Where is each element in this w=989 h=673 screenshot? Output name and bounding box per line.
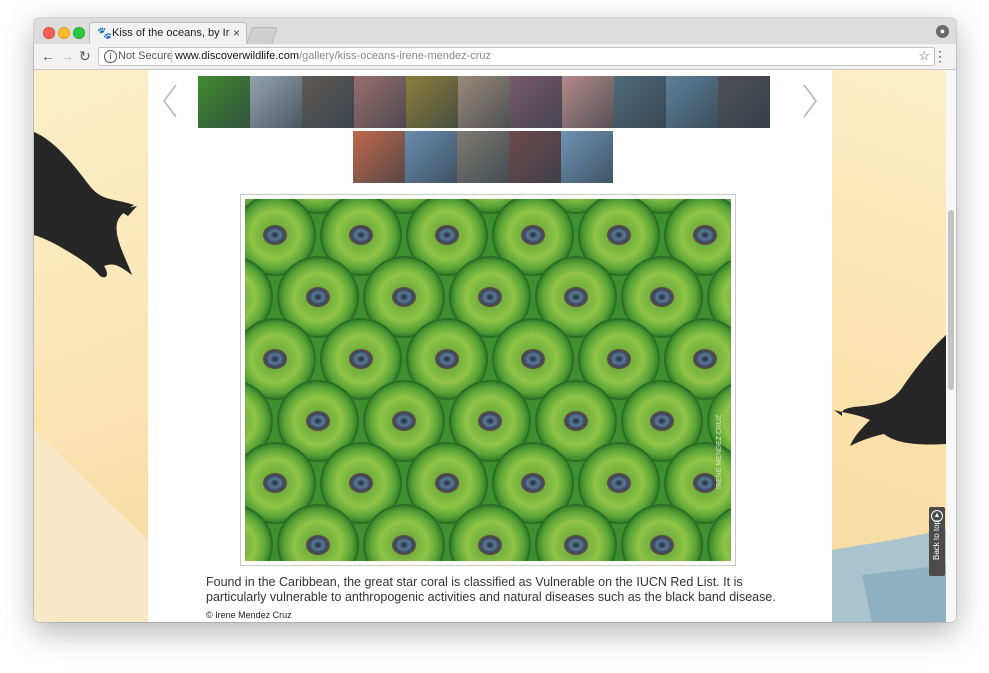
coral-photo: IRENE MENDEZ CRUZ — [245, 199, 731, 561]
thumbnail-reef-scene[interactable] — [614, 76, 666, 128]
next-arrow-icon[interactable] — [802, 84, 818, 118]
thumbnail-purple-urchin[interactable] — [510, 76, 562, 128]
thumbnail-blue-water-fish[interactable] — [666, 76, 718, 128]
profile-icon[interactable]: ● — [936, 25, 949, 38]
address-bar[interactable]: i Not Secure www.discoverwildlife.com/ga… — [98, 47, 935, 66]
thumbnail-strip-row2 — [353, 131, 613, 183]
thumbnail-dark-reef[interactable] — [718, 76, 770, 128]
back-to-top-label: Back to top — [932, 519, 941, 561]
url-domain: www.discoverwildlife.com — [175, 50, 300, 62]
forward-arrow-icon[interactable]: → — [60, 48, 74, 64]
tab-bar: 🐾 Kiss of the oceans, by Irene M × ● — [34, 18, 956, 44]
photo-caption: Found in the Caribbean, the great star c… — [206, 575, 776, 604]
thumbnail-strip-row1 — [198, 76, 770, 128]
browser-toolbar: ← → ↻ i Not Secure www.discoverwildlife.… — [34, 44, 956, 70]
minimize-window-button[interactable] — [58, 27, 70, 39]
thumbnail-green-coral[interactable] — [198, 76, 250, 128]
tab-close-icon[interactable]: × — [233, 26, 240, 40]
main-photo-frame: IRENE MENDEZ CRUZ — [240, 194, 736, 566]
photo-credit: © Irene Mendez Cruz — [206, 610, 292, 620]
security-label[interactable]: Not Secure — [118, 50, 173, 63]
photo-watermark: IRENE MENDEZ CRUZ — [716, 414, 723, 489]
coral-image: IRENE MENDEZ CRUZ — [245, 199, 731, 561]
new-tab-button[interactable] — [246, 27, 278, 44]
browser-menu-icon[interactable]: ⋮ — [933, 48, 947, 64]
thumbnail-anemone-white[interactable] — [302, 76, 354, 128]
paw-icon: 🐾 — [97, 26, 112, 40]
bookmark-star-icon[interactable]: ☆ — [918, 48, 930, 64]
page-viewport: IRENE MENDEZ CRUZ Found in the Caribbean… — [34, 70, 956, 622]
tab-active[interactable]: 🐾 Kiss of the oceans, by Irene M × — [89, 22, 247, 44]
back-arrow-icon[interactable]: ← — [41, 48, 55, 64]
maximize-window-button[interactable] — [73, 27, 85, 39]
thumbnail-rocky-reef[interactable] — [457, 131, 509, 183]
omnibox-divider — [171, 50, 172, 63]
thumbnail-pink-soft-coral[interactable] — [562, 76, 614, 128]
left-decoration — [34, 70, 148, 622]
thumbnail-feather-star[interactable] — [354, 76, 406, 128]
reload-icon[interactable]: ↻ — [79, 48, 91, 64]
thumbnail-blue-open-water[interactable] — [561, 131, 613, 183]
scrollbar-thumb[interactable] — [948, 210, 954, 390]
close-window-button[interactable] — [43, 27, 55, 39]
thumbnail-squid[interactable] — [250, 76, 302, 128]
browser-window: 🐾 Kiss of the oceans, by Irene M × ● ← →… — [34, 18, 956, 622]
info-icon[interactable]: i — [104, 50, 117, 63]
url-path: /gallery/kiss-oceans-irene-mendez-cruz — [299, 50, 492, 62]
thumbnail-red-sponge[interactable] — [353, 131, 405, 183]
prev-arrow-icon[interactable] — [162, 84, 178, 118]
main-content: IRENE MENDEZ CRUZ Found in the Caribbean… — [148, 70, 832, 622]
thumbnail-red-urchin[interactable] — [509, 131, 561, 183]
thumbnail-blue-reef[interactable] — [405, 131, 457, 183]
thumbnail-yellow-coral[interactable] — [406, 76, 458, 128]
back-to-top-button[interactable]: ▲ Back to top — [929, 507, 945, 576]
url-text[interactable]: www.discoverwildlife.com/gallery/kiss-oc… — [175, 50, 491, 63]
thumbnail-orange-fan[interactable] — [458, 76, 510, 128]
bird-silhouette-left — [34, 132, 148, 622]
tab-title: Kiss of the oceans, by Irene M — [112, 27, 230, 39]
